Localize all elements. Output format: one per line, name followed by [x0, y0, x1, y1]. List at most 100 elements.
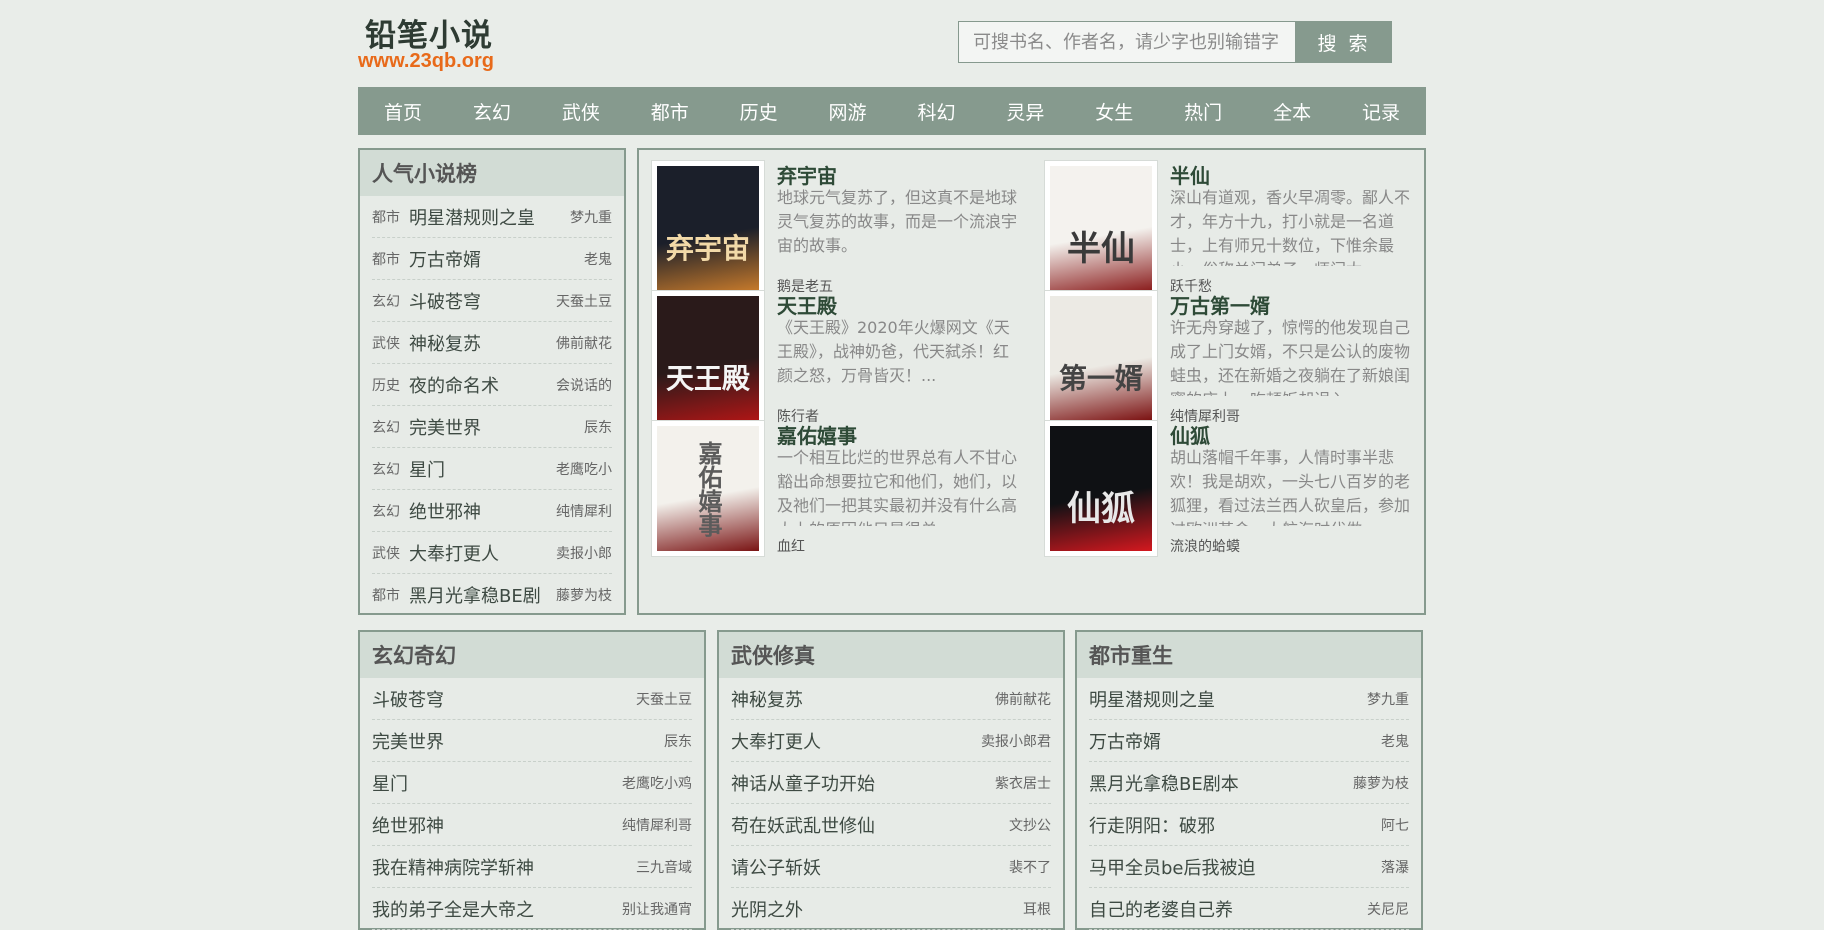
ranking-category[interactable]: 武侠	[372, 543, 400, 563]
ranking-author[interactable]: 天蚕土豆	[556, 291, 612, 311]
book-title[interactable]: 大奉打更人	[731, 728, 821, 754]
list-item[interactable]: 万古帝婿 老鬼	[1089, 720, 1409, 762]
site-logo[interactable]: 铅笔小说	[365, 10, 493, 55]
list-item[interactable]: 明星潜规则之皇 梦九重	[1089, 678, 1409, 720]
list-item[interactable]: 黑月光拿稳BE剧本 藤萝为枝	[1089, 762, 1409, 804]
ranking-author[interactable]: 老鹰吃小	[556, 459, 612, 479]
list-item[interactable]: 我在精神病院学斩神 三九音域	[372, 846, 692, 888]
ranking-item[interactable]: 武侠 大奉打更人 卖报小郎	[372, 532, 612, 574]
ranking-book-title[interactable]: 万古帝婿	[409, 246, 584, 272]
book-title[interactable]: 行走阴阳：破邪	[1089, 812, 1215, 838]
book-author[interactable]: 老鬼	[1381, 731, 1409, 751]
list-item[interactable]: 斗破苍穹 天蚕土豆	[372, 678, 692, 720]
nav-remen[interactable]: 热门	[1184, 98, 1222, 125]
nav-jilu[interactable]: 记录	[1362, 98, 1400, 125]
book-author[interactable]: 流浪的蛤蟆	[1170, 536, 1240, 556]
ranking-category[interactable]: 都市	[372, 207, 400, 227]
nav-home[interactable]: 首页	[384, 98, 422, 125]
list-item[interactable]: 马甲全员be后我被迫 落瀑	[1089, 846, 1409, 888]
ranking-item[interactable]: 历史 夜的命名术 会说话的	[372, 364, 612, 406]
book-title[interactable]: 我在精神病院学斩神	[372, 854, 534, 880]
book-author[interactable]: 别让我通宵	[622, 899, 692, 919]
nav-xuanhuan[interactable]: 玄幻	[473, 98, 511, 125]
book-cover[interactable]: 天王殿	[651, 290, 765, 427]
book-author[interactable]: 阿七	[1381, 815, 1409, 835]
book-author[interactable]: 老鹰吃小鸡	[622, 773, 692, 793]
search-button[interactable]: 搜 索	[1296, 21, 1392, 63]
ranking-category[interactable]: 都市	[372, 249, 400, 269]
book-title[interactable]: 明星潜规则之皇	[1089, 686, 1215, 712]
ranking-book-title[interactable]: 神秘复苏	[409, 330, 556, 356]
book-title[interactable]: 万古第一婿	[1170, 290, 1270, 319]
book-title[interactable]: 嘉佑嬉事	[777, 420, 857, 449]
nav-wangyou[interactable]: 网游	[829, 98, 867, 125]
book-author[interactable]: 落瀑	[1381, 857, 1409, 877]
book-author[interactable]: 耳根	[1023, 899, 1051, 919]
list-item[interactable]: 请公子斩妖 裴不了	[731, 846, 1051, 888]
ranking-item[interactable]: 玄幻 绝世邪神 纯情犀利	[372, 490, 612, 532]
book-cover[interactable]: 嘉佑嬉事	[651, 420, 765, 557]
book-author[interactable]: 佛前献花	[995, 689, 1051, 709]
book-title[interactable]: 半仙	[1170, 160, 1210, 189]
ranking-author[interactable]: 纯情犀利	[556, 501, 612, 521]
list-item[interactable]: 自己的老婆自己养 关尼尼	[1089, 888, 1409, 930]
book-author[interactable]: 藤萝为枝	[1353, 773, 1409, 793]
ranking-author[interactable]: 佛前献花	[556, 333, 612, 353]
ranking-item[interactable]: 玄幻 完美世界 辰东	[372, 406, 612, 448]
book-title[interactable]: 我的弟子全是大帝之	[372, 896, 534, 922]
ranking-book-title[interactable]: 完美世界	[409, 414, 584, 440]
ranking-category[interactable]: 玄幻	[372, 501, 400, 521]
list-item[interactable]: 大奉打更人 卖报小郎君	[731, 720, 1051, 762]
book-title[interactable]: 星门	[372, 770, 408, 796]
book-title[interactable]: 万古帝婿	[1089, 728, 1161, 754]
book-title[interactable]: 苟在妖武乱世修仙	[731, 812, 875, 838]
book-title[interactable]: 请公子斩妖	[731, 854, 821, 880]
list-item[interactable]: 光阴之外 耳根	[731, 888, 1051, 930]
nav-lishi[interactable]: 历史	[740, 98, 778, 125]
ranking-author[interactable]: 藤萝为枝	[556, 585, 612, 605]
book-cover[interactable]: 第一婿	[1044, 290, 1158, 427]
book-title[interactable]: 神秘复苏	[731, 686, 803, 712]
nav-dushi[interactable]: 都市	[651, 98, 689, 125]
book-title[interactable]: 弃宇宙	[777, 160, 837, 189]
ranking-item[interactable]: 都市 万古帝婿 老鬼	[372, 238, 612, 280]
ranking-book-title[interactable]: 黑月光拿稳BE剧	[409, 582, 556, 608]
ranking-book-title[interactable]: 明星潜规则之皇	[409, 204, 570, 230]
ranking-category[interactable]: 武侠	[372, 333, 400, 353]
list-item[interactable]: 星门 老鹰吃小鸡	[372, 762, 692, 804]
ranking-category[interactable]: 玄幻	[372, 291, 400, 311]
list-item[interactable]: 神话从童子功开始 紫衣居士	[731, 762, 1051, 804]
book-author[interactable]: 梦九重	[1367, 689, 1409, 709]
list-item[interactable]: 绝世邪神 纯情犀利哥	[372, 804, 692, 846]
ranking-item[interactable]: 玄幻 星门 老鹰吃小	[372, 448, 612, 490]
ranking-author[interactable]: 辰东	[584, 417, 612, 437]
ranking-category[interactable]: 历史	[372, 375, 400, 395]
book-author[interactable]: 文抄公	[1009, 815, 1051, 835]
ranking-category[interactable]: 玄幻	[372, 459, 400, 479]
book-title[interactable]: 神话从童子功开始	[731, 770, 875, 796]
book-title[interactable]: 自己的老婆自己养	[1089, 896, 1233, 922]
nav-wuxia[interactable]: 武侠	[562, 98, 600, 125]
book-title[interactable]: 马甲全员be后我被迫	[1089, 854, 1256, 880]
list-item[interactable]: 苟在妖武乱世修仙 文抄公	[731, 804, 1051, 846]
site-url[interactable]: www.23qb.org	[358, 50, 494, 73]
book-title[interactable]: 绝世邪神	[372, 812, 444, 838]
nav-nvsheng[interactable]: 女生	[1095, 98, 1133, 125]
ranking-author[interactable]: 会说话的	[556, 375, 612, 395]
book-author[interactable]: 天蚕土豆	[636, 689, 692, 709]
book-cover[interactable]: 弃宇宙	[651, 160, 765, 297]
ranking-item[interactable]: 玄幻 斗破苍穹 天蚕土豆	[372, 280, 612, 322]
ranking-item[interactable]: 武侠 神秘复苏 佛前献花	[372, 322, 612, 364]
book-author[interactable]: 纯情犀利哥	[622, 815, 692, 835]
list-item[interactable]: 完美世界 辰东	[372, 720, 692, 762]
ranking-item[interactable]: 都市 黑月光拿稳BE剧 藤萝为枝	[372, 574, 612, 615]
book-author[interactable]: 关尼尼	[1367, 899, 1409, 919]
list-item[interactable]: 神秘复苏 佛前献花	[731, 678, 1051, 720]
ranking-item[interactable]: 都市 明星潜规则之皇 梦九重	[372, 196, 612, 238]
book-title[interactable]: 斗破苍穹	[372, 686, 444, 712]
nav-lingyi[interactable]: 灵异	[1006, 98, 1044, 125]
ranking-author[interactable]: 卖报小郎	[556, 543, 612, 563]
book-title[interactable]: 光阴之外	[731, 896, 803, 922]
ranking-book-title[interactable]: 绝世邪神	[409, 498, 556, 524]
book-title[interactable]: 仙狐	[1170, 420, 1210, 449]
